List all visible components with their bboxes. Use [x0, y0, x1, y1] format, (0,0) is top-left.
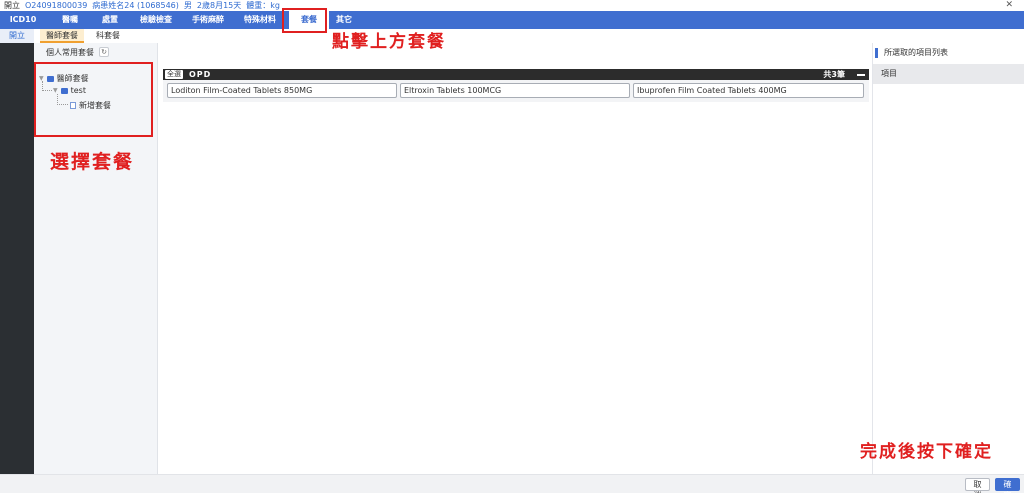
tab-doctor-packages[interactable]: 醫師套餐: [40, 29, 84, 43]
tab-surgery-anesthesia[interactable]: 手術麻醉: [185, 11, 231, 29]
patient-name: 病患姓名24 (1068546): [92, 1, 179, 10]
item-count: 共3筆: [823, 70, 845, 79]
cancel-button[interactable]: 取消: [965, 478, 990, 493]
highlight-packages-tab: [282, 8, 327, 33]
patient-age: 2歲8月15天: [196, 1, 242, 10]
annotation-click-packages: 點擊上方套餐: [332, 32, 446, 52]
package-sub-tabs: 醫師套餐 科套餐: [34, 29, 160, 43]
tab-special-materials[interactable]: 特殊材料: [237, 11, 283, 29]
app-root: 開立 O24091800039 病患姓名24 (1068546) 男 2歲8月1…: [0, 0, 1024, 493]
tab-orders[interactable]: 醫囑: [53, 11, 87, 29]
tab-icd10[interactable]: ICD10: [0, 11, 46, 29]
tree-panel-header: 個人常用套餐 ↻: [34, 46, 158, 58]
patient-weight: 體重：kg: [246, 1, 280, 10]
selected-items-title: 所選取的項目列表: [875, 48, 948, 58]
close-icon[interactable]: ✕: [1005, 0, 1013, 10]
tab-lab-exam[interactable]: 檢驗檢查: [133, 11, 179, 29]
package-name: OPD: [189, 70, 212, 79]
tree-panel-title: 個人常用套餐: [46, 47, 94, 57]
select-all-button[interactable]: 全選: [165, 70, 183, 79]
footer-bar: 取消 確定: [0, 474, 1024, 493]
drug-item[interactable]: Loditon Film-Coated Tablets 850MG: [167, 83, 397, 98]
confirm-button[interactable]: 確定: [995, 478, 1020, 493]
selected-items-panel: 所選取的項目列表 項目: [872, 43, 1024, 474]
package-items-area: Loditon Film-Coated Tablets 850MG Eltrox…: [163, 80, 869, 102]
tab-department-packages[interactable]: 科套餐: [90, 29, 126, 43]
annotation-confirm-when-done: 完成後按下確定: [860, 442, 993, 462]
record-id: O24091800039: [25, 1, 88, 10]
annotation-select-package: 選擇套餐: [50, 151, 135, 173]
collapse-icon[interactable]: [857, 73, 865, 76]
tab-treatment[interactable]: 處置: [93, 11, 127, 29]
selected-items-column-header: 項目: [873, 64, 1024, 84]
refresh-icon[interactable]: ↻: [99, 47, 109, 57]
patient-info-bar: 開立 O24091800039 病患姓名24 (1068546) 男 2歲8月1…: [0, 0, 1024, 11]
drug-item[interactable]: Eltroxin Tablets 100MCG: [400, 83, 630, 98]
nav-item-prescribe[interactable]: 開立: [0, 29, 34, 43]
drug-item[interactable]: Ibuprofen Film Coated Tablets 400MG: [633, 83, 864, 98]
left-nav: 開立: [0, 29, 34, 474]
patient-gender: 男: [183, 1, 192, 10]
package-header-bar: 全選 OPD 共3筆: [163, 69, 869, 80]
main-tab-bar: ICD10 醫囑 處置 檢驗檢查 手術麻醉 特殊材料 套餐 其它: [0, 11, 1024, 29]
highlight-package-tree: [34, 62, 153, 137]
dept-label: 開立: [4, 1, 20, 10]
